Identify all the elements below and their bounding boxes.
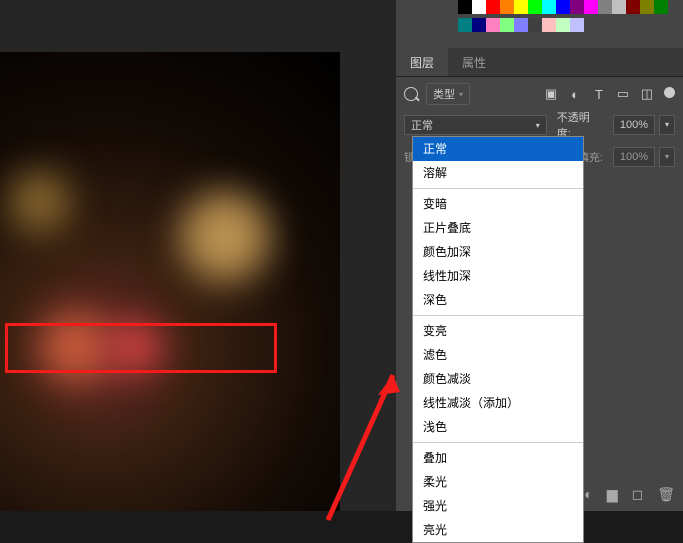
swatch[interactable]	[542, 0, 556, 14]
swatch[interactable]	[570, 18, 584, 32]
swatch[interactable]	[528, 18, 542, 32]
color-swatches[interactable]	[458, 0, 668, 36]
new-layer-icon[interactable]: ◻	[632, 486, 644, 503]
opacity-input[interactable]: 100%	[613, 115, 655, 135]
blend-mode-option[interactable]: 叠加	[413, 446, 583, 470]
blend-mode-option[interactable]: 溶解	[413, 161, 583, 185]
blend-mode-option[interactable]: 正片叠底	[413, 216, 583, 240]
separator	[413, 315, 583, 316]
swatch[interactable]	[598, 0, 612, 14]
filter-type-dropdown[interactable]: 类型 ▾	[426, 83, 470, 105]
layer-filter-row: 类型 ▾ ▣ ◐ T ▭ ◫	[396, 80, 683, 108]
separator	[413, 188, 583, 189]
tab-properties[interactable]: 属性	[448, 48, 500, 76]
swatch[interactable]	[514, 0, 528, 14]
folder-icon[interactable]: ▆	[607, 486, 618, 503]
swatch[interactable]	[514, 18, 528, 32]
filter-icons: ▣ ◐ T ▭ ◫	[544, 87, 675, 101]
blend-mode-option[interactable]: 深色	[413, 288, 583, 312]
filter-type-label: 类型	[433, 86, 455, 102]
chevron-down-icon[interactable]: ▾	[659, 115, 675, 135]
blend-mode-option[interactable]: 变亮	[413, 319, 583, 343]
swatch[interactable]	[472, 18, 486, 32]
swatch[interactable]	[528, 0, 542, 14]
trash-icon[interactable]: 🗑	[657, 486, 675, 503]
separator	[413, 442, 583, 443]
swatch[interactable]	[458, 18, 472, 32]
chevron-down-icon: ▾	[459, 90, 463, 99]
swatch[interactable]	[584, 0, 598, 14]
search-icon	[404, 87, 418, 101]
layers-panel: ≡ 图层 属性 类型 ▾ ▣ ◐ T ▭ ◫ 正常 ▾ 不透明度: 100% ▾	[396, 0, 683, 511]
blend-mode-option[interactable]: 颜色加深	[413, 240, 583, 264]
blend-mode-option[interactable]: 柔光	[413, 470, 583, 494]
swatch[interactable]	[472, 0, 486, 14]
swatch[interactable]	[486, 0, 500, 14]
swatch[interactable]	[500, 0, 514, 14]
blend-mode-menu: 正常溶解变暗正片叠底颜色加深线性加深深色变亮滤色颜色减淡线性减淡（添加）浅色叠加…	[412, 136, 584, 543]
blend-mode-value: 正常	[411, 117, 433, 133]
filter-toggle-icon[interactable]	[664, 87, 675, 98]
filter-smart-icon[interactable]: ◫	[640, 87, 654, 101]
blend-mode-option[interactable]: 浅色	[413, 415, 583, 439]
filter-image-icon[interactable]: ▣	[544, 87, 558, 101]
workspace	[0, 0, 396, 511]
layer-footer-icons: ◐ ▆ ◻ 🗑	[584, 486, 675, 503]
blend-mode-option[interactable]: 亮光	[413, 518, 583, 542]
blend-mode-option[interactable]: 颜色减淡	[413, 367, 583, 391]
blend-mode-row: 正常 ▾ 不透明度: 100% ▾	[396, 112, 683, 138]
fx-icon[interactable]: ◐	[584, 486, 592, 503]
tab-layers[interactable]: 图层	[396, 48, 448, 76]
swatch[interactable]	[542, 18, 556, 32]
blend-mode-option[interactable]: 强光	[413, 494, 583, 518]
swatch[interactable]	[486, 18, 500, 32]
blend-mode-option[interactable]: 变暗	[413, 192, 583, 216]
swatch[interactable]	[458, 0, 472, 14]
swatch[interactable]	[612, 0, 626, 14]
swatch[interactable]	[640, 0, 654, 14]
swatch[interactable]	[500, 18, 514, 32]
swatch[interactable]	[626, 0, 640, 14]
swatch[interactable]	[570, 0, 584, 14]
filter-adjust-icon[interactable]: ◐	[568, 87, 582, 101]
blend-mode-option[interactable]: 滤色	[413, 343, 583, 367]
blend-mode-dropdown[interactable]: 正常 ▾	[404, 115, 547, 135]
filter-shape-icon[interactable]: ▭	[616, 87, 630, 101]
blend-mode-option[interactable]: 线性加深	[413, 264, 583, 288]
chevron-down-icon[interactable]: ▾	[659, 147, 675, 167]
blend-mode-option[interactable]: 线性减淡（添加）	[413, 391, 583, 415]
swatch[interactable]	[654, 0, 668, 14]
blend-mode-option[interactable]: 正常	[413, 137, 583, 161]
swatch[interactable]	[556, 0, 570, 14]
canvas-image[interactable]	[0, 52, 340, 511]
fill-input[interactable]: 100%	[613, 147, 655, 167]
swatch[interactable]	[556, 18, 570, 32]
chevron-down-icon: ▾	[536, 121, 540, 130]
filter-text-icon[interactable]: T	[592, 87, 606, 101]
panel-tabs: 图层 属性	[396, 48, 683, 77]
